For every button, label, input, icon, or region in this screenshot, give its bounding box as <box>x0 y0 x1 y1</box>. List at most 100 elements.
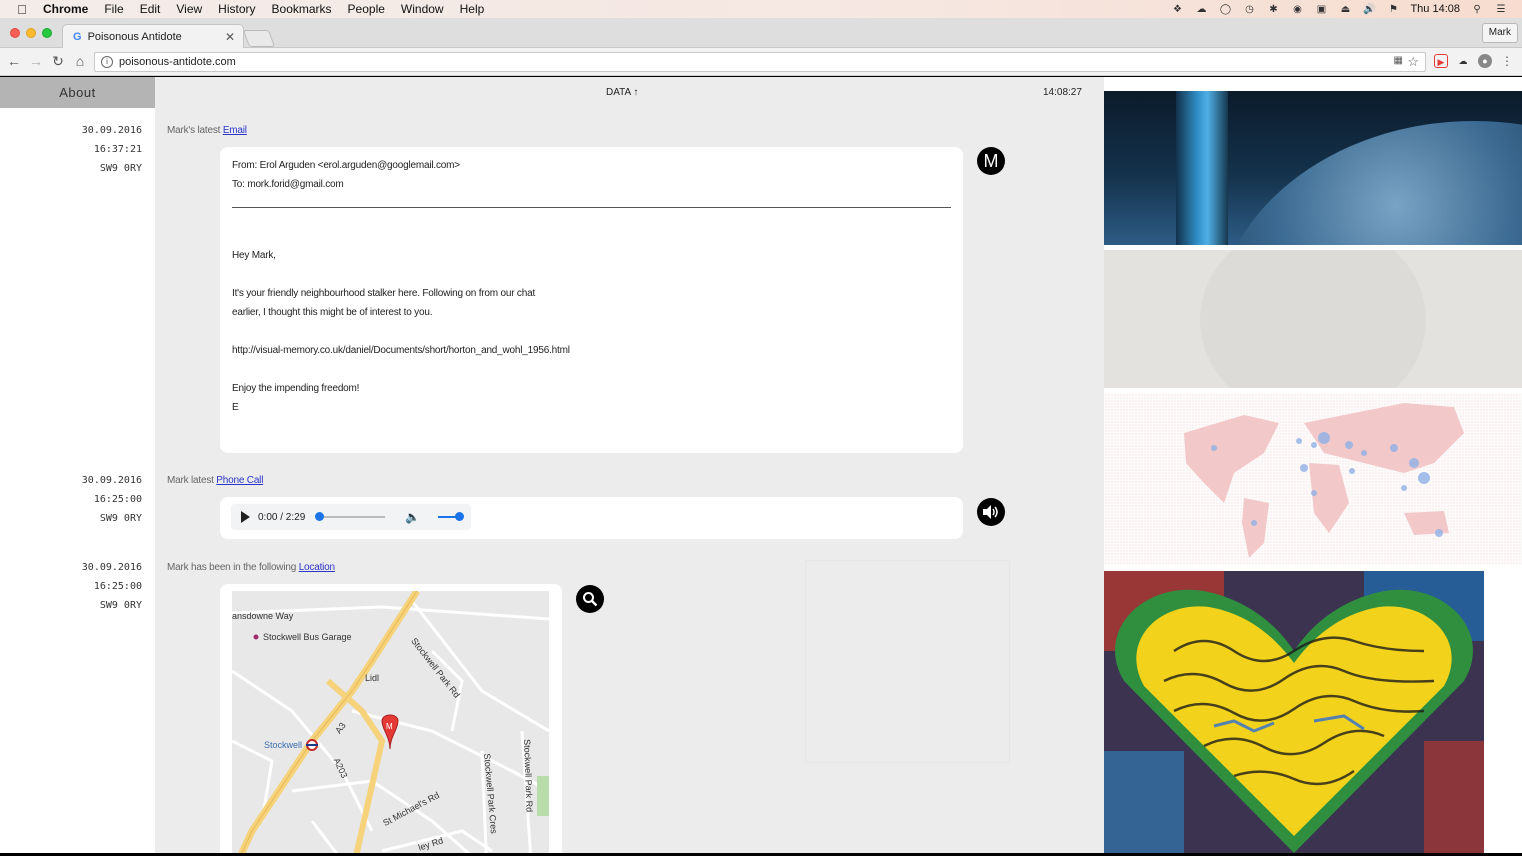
extension-gray-icon[interactable]: ● <box>1478 54 1492 68</box>
volume-icon[interactable]: 🔈 <box>405 510 420 524</box>
audio-seek-slider[interactable] <box>315 512 386 521</box>
world-map-image <box>1104 393 1522 565</box>
maximize-window-button[interactable] <box>42 28 52 38</box>
extension-red-icon[interactable]: ▶ <box>1434 54 1448 68</box>
dropbox-icon[interactable]: ❖ <box>1170 3 1184 15</box>
tab-title: Poisonous Antidote <box>87 31 182 43</box>
play-icon[interactable] <box>241 511 250 523</box>
minimize-window-button[interactable] <box>26 28 36 38</box>
entry-postcode: SW9 0RY <box>99 600 142 611</box>
page-content: About 30.09.2016 16:37:21 SW9 0RY 30.09.… <box>0 77 1522 853</box>
email-body-line: earlier, I thought this might be of inte… <box>232 307 433 318</box>
home-icon[interactable]: ⌂ <box>72 53 88 69</box>
email-url: http://visual-memory.co.uk/daniel/Docume… <box>232 345 570 356</box>
location-link[interactable]: Location <box>299 562 335 573</box>
graffiti-graphic <box>1104 571 1484 853</box>
reload-icon[interactable]: ↻ <box>50 53 66 69</box>
about-tab[interactable]: About <box>0 77 155 108</box>
bookmark-star-icon[interactable]: ☆ <box>1407 54 1419 70</box>
entry-label-text: Mark has been in the following <box>167 562 297 573</box>
sync-icon[interactable]: ◯ <box>1218 3 1232 15</box>
chrome-menu-icon[interactable]: ⋮ <box>1500 54 1514 68</box>
audio-player: 0:00 / 2:29 🔈 <box>231 504 471 530</box>
earth-image <box>1104 91 1522 245</box>
browser-toolbar: ← → ↻ ⌂ i poisonous-antidote.com ▦ ☆ ▶ ☁… <box>0 48 1522 76</box>
menu-edit[interactable]: Edit <box>140 2 161 16</box>
email-from: From: Erol Arguden <erol.arguden@googlem… <box>232 160 460 171</box>
extension-cloud-icon[interactable]: ☁ <box>1456 54 1470 68</box>
spotlight-search-icon[interactable]: ⚲ <box>1470 3 1484 15</box>
volume-slider[interactable] <box>438 512 465 521</box>
mac-menu-bar:  Chrome File Edit View History Bookmark… <box>0 0 1522 18</box>
menu-window[interactable]: Window <box>401 2 444 16</box>
menu-view[interactable]: View <box>176 2 202 16</box>
map-label: Stockwell <box>264 740 303 750</box>
menu-file[interactable]: File <box>104 2 123 16</box>
entry-date: 30.09.2016 <box>81 562 142 573</box>
tab-close-icon[interactable]: ✕ <box>225 30 235 44</box>
seek-knob[interactable] <box>315 512 325 521</box>
entry-meta-location: 30.09.2016 16:25:00 SW9 0RY <box>82 558 142 615</box>
entry-time: 16:25:00 <box>93 494 142 505</box>
entry-label-email: Mark's latest Email <box>167 125 247 136</box>
entry-label-text: Mark latest <box>167 475 214 486</box>
email-closing: Enjoy the impending freedom! <box>232 383 360 394</box>
wifi-icon[interactable]: ◉ <box>1290 3 1304 15</box>
image-column <box>1104 77 1522 853</box>
search-icon[interactable] <box>576 585 604 613</box>
map-label: ansdowne Way <box>232 611 294 621</box>
entry-label-phone: Mark latest Phone Call <box>167 475 263 486</box>
flag-icon[interactable]: ⚑ <box>1386 3 1400 15</box>
volume-knob[interactable] <box>455 512 465 521</box>
apple-menu-icon[interactable]:  <box>15 2 29 17</box>
map-card: ansdowne Way Stockwell Bus Garage Stockw… <box>220 584 562 853</box>
site-info-icon[interactable]: i <box>101 56 113 68</box>
menu-people[interactable]: People <box>348 2 385 16</box>
entry-postcode: SW9 0RY <box>99 513 142 524</box>
entry-meta-email: 30.09.2016 16:37:21 SW9 0RY <box>82 121 142 178</box>
eject-icon[interactable]: ⏏ <box>1338 3 1352 15</box>
menu-help[interactable]: Help <box>460 2 485 16</box>
data-sort-header[interactable]: DATA ↑ <box>606 87 638 98</box>
planet-shape <box>1214 121 1522 245</box>
bluetooth-icon[interactable]: ✱ <box>1266 3 1280 15</box>
sidebar: About 30.09.2016 16:37:21 SW9 0RY 30.09.… <box>0 77 155 853</box>
menu-extras: ❖ ☁ ◯ ◷ ✱ ◉ ▣ ⏏ 🔊 ⚑ Thu 14:08 ⚲ ☰ <box>1170 0 1508 18</box>
google-favicon-icon: G <box>73 31 82 43</box>
entry-meta-phone: 30.09.2016 16:25:00 SW9 0RY <box>82 471 142 528</box>
map-view[interactable]: ansdowne Way Stockwell Bus Garage Stockw… <box>232 591 549 853</box>
logo-circle-shape <box>1200 250 1426 388</box>
close-window-button[interactable] <box>10 28 20 38</box>
menu-clock[interactable]: Thu 14:08 <box>1410 3 1460 15</box>
profile-button[interactable]: Mark <box>1481 23 1518 43</box>
menu-bookmarks[interactable]: Bookmarks <box>272 2 332 16</box>
airplay-icon[interactable]: ▣ <box>1314 3 1328 15</box>
page-clock: 14:08:27 <box>1043 87 1082 98</box>
email-link[interactable]: Email <box>223 125 247 136</box>
volume-icon[interactable]: 🔊 <box>1362 3 1376 15</box>
map-label: Stockwell Bus Garage <box>263 632 352 642</box>
forward-arrow-icon[interactable]: → <box>28 53 44 69</box>
address-bar[interactable]: i poisonous-antidote.com ▦ ☆ <box>94 52 1426 72</box>
entry-label-location: Mark has been in the following Location <box>167 562 335 573</box>
entry-postcode: SW9 0RY <box>99 163 142 174</box>
cloud-icon[interactable]: ☁ <box>1194 3 1208 15</box>
browser-tab[interactable]: G Poisonous Antidote ✕ <box>62 24 244 49</box>
avatar: M <box>977 147 1005 175</box>
menu-history[interactable]: History <box>218 2 255 16</box>
translate-icon[interactable]: ▦ <box>1394 55 1403 66</box>
menu-app-chrome[interactable]: Chrome <box>43 2 88 16</box>
new-tab-button[interactable] <box>242 30 276 47</box>
notification-center-icon[interactable]: ☰ <box>1494 3 1508 15</box>
entry-date: 30.09.2016 <box>81 475 142 486</box>
phone-call-link[interactable]: Phone Call <box>216 475 263 486</box>
email-body-line: It's your friendly neighbourhood stalker… <box>232 288 536 299</box>
entry-time: 16:25:00 <box>93 581 142 592</box>
email-signature: E <box>232 402 239 413</box>
map-pin-label: M <box>386 722 393 731</box>
back-arrow-icon[interactable]: ← <box>6 53 22 69</box>
time-machine-icon[interactable]: ◷ <box>1242 3 1256 15</box>
email-divider <box>232 207 951 208</box>
entry-date: 30.09.2016 <box>81 125 142 136</box>
world-map-graphic <box>1184 403 1464 558</box>
